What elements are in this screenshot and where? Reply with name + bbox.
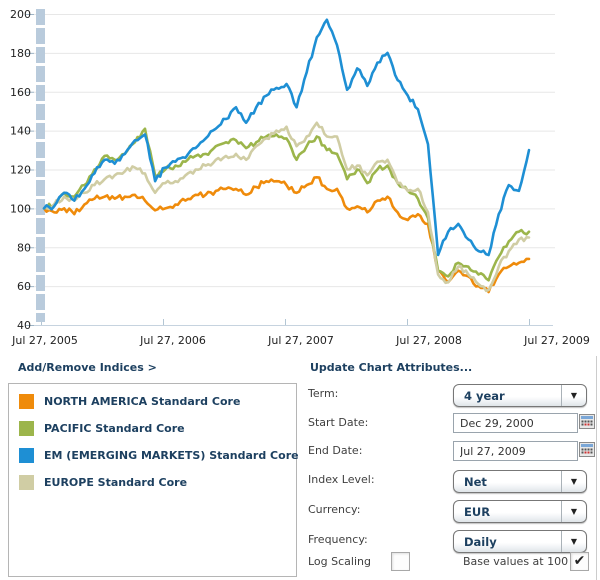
- series-line-na: [42, 176, 531, 294]
- base-values-label: Base values at 100: [463, 555, 569, 568]
- y-tick-label: 180: [10, 47, 31, 60]
- term-label: Term:: [308, 387, 339, 400]
- calendar-icon[interactable]: [579, 414, 595, 429]
- log-scaling-label: Log Scaling: [308, 555, 371, 568]
- y-tick-label: 40: [17, 319, 31, 332]
- y-tick-label: 80: [17, 241, 31, 254]
- legend-item: EUROPE Standard Core: [19, 474, 187, 490]
- log-scaling-checkbox[interactable]: [391, 552, 410, 571]
- end-date-label: End Date:: [308, 444, 363, 457]
- start-date-label: Start Date:: [308, 416, 369, 429]
- legend-item: NORTH AMERICA Standard Core: [19, 393, 240, 409]
- legend-item: EM (EMERGING MARKETS) Standard Core: [19, 447, 299, 463]
- y-axis-scrollbar[interactable]: [36, 66, 45, 82]
- chart-canvas: 40 60 80 100 120 140 160 180 200 Jul 27, 2005 Jul …: [10, 8, 590, 347]
- currency-label: Currency:: [308, 503, 361, 516]
- y-axis-scrollbar[interactable]: [36, 28, 45, 44]
- series-color-swatch: [19, 393, 34, 409]
- frequency-dropdown[interactable]: Daily ▼: [453, 530, 587, 553]
- y-axis-scrollbar[interactable]: [36, 85, 45, 101]
- x-tick-label: Jul 27, 2008: [395, 334, 462, 347]
- currency-value: EUR: [464, 504, 491, 519]
- y-axis-scrollbar[interactable]: [36, 218, 45, 234]
- y-axis-scrollbar[interactable]: [36, 237, 45, 253]
- controls-panel: Add/Remove Indices > Update Chart Attrib…: [0, 355, 600, 580]
- index-level-value: Net: [464, 474, 487, 489]
- y-axis-scrollbar[interactable]: [36, 104, 45, 120]
- chevron-down-icon[interactable]: ▼: [561, 531, 586, 552]
- chevron-down-icon[interactable]: ▼: [561, 471, 586, 492]
- y-axis-scrollbar[interactable]: [36, 180, 45, 196]
- frequency-value: Daily: [464, 534, 497, 549]
- panel-divider: [596, 356, 597, 580]
- y-axis-scrollbar[interactable]: [36, 47, 45, 63]
- chevron-down-icon[interactable]: ▼: [561, 385, 586, 406]
- start-date-input[interactable]: [453, 413, 578, 433]
- legend-box: NORTH AMERICA Standard Core PACIFIC Stan…: [8, 383, 299, 577]
- legend-item-label: EM (EMERGING MARKETS) Standard Core: [44, 448, 299, 462]
- x-tick-label: Jul 27, 2006: [139, 334, 206, 347]
- legend-item-label: NORTH AMERICA Standard Core: [44, 394, 241, 408]
- x-tick-label: Jul 27, 2009: [523, 334, 590, 347]
- y-tick-label: 60: [17, 280, 31, 293]
- term-dropdown[interactable]: 4 year ▼: [453, 384, 587, 407]
- series-color-swatch: [19, 474, 34, 490]
- update-chart-attributes-link[interactable]: Update Chart Attributes...: [310, 361, 472, 374]
- performance-chart: 40 60 80 100 120 140 160 180 200 Jul 27, 2005 Jul …: [0, 0, 600, 355]
- base-values-checkbox[interactable]: ✔: [570, 552, 589, 571]
- y-tick-label: 120: [10, 164, 31, 177]
- y-axis-scrollbar[interactable]: [36, 123, 45, 139]
- add-remove-indices-link[interactable]: Add/Remove Indices >: [18, 361, 157, 374]
- chevron-down-icon[interactable]: ▼: [561, 501, 586, 522]
- y-axis-scrollbar[interactable]: [36, 256, 45, 272]
- y-tick-label: 160: [10, 86, 31, 99]
- end-date-input[interactable]: [453, 441, 578, 461]
- frequency-label: Frequency:: [308, 533, 368, 546]
- x-tick-label: Jul 27, 2007: [267, 334, 334, 347]
- y-axis-scrollbar[interactable]: [36, 142, 45, 158]
- y-axis-scrollbar[interactable]: [36, 275, 45, 291]
- y-tick-label: 140: [10, 125, 31, 138]
- series-color-swatch: [19, 447, 34, 463]
- series-line-pacific: [42, 127, 531, 282]
- legend-item-label: EUROPE Standard Core: [44, 475, 188, 489]
- calendar-icon[interactable]: [579, 442, 595, 457]
- legend-item: PACIFIC Standard Core: [19, 420, 185, 436]
- index-level-label: Index Level:: [308, 473, 375, 486]
- term-value: 4 year: [464, 388, 505, 403]
- y-axis-scrollbar[interactable]: [36, 161, 45, 177]
- legend-item-label: PACIFIC Standard Core: [44, 421, 185, 435]
- y-axis-scrollbar[interactable]: [36, 294, 45, 310]
- y-axis-scrollbar[interactable]: [36, 9, 45, 25]
- series-color-swatch: [19, 420, 34, 436]
- currency-dropdown[interactable]: EUR ▼: [453, 500, 587, 523]
- x-tick-label: Jul 27, 2005: [11, 334, 78, 347]
- index-level-dropdown[interactable]: Net ▼: [453, 470, 587, 493]
- y-tick-label: 200: [10, 8, 31, 21]
- y-axis-scrollbar[interactable]: [36, 313, 45, 322]
- y-tick-label: 100: [10, 202, 31, 215]
